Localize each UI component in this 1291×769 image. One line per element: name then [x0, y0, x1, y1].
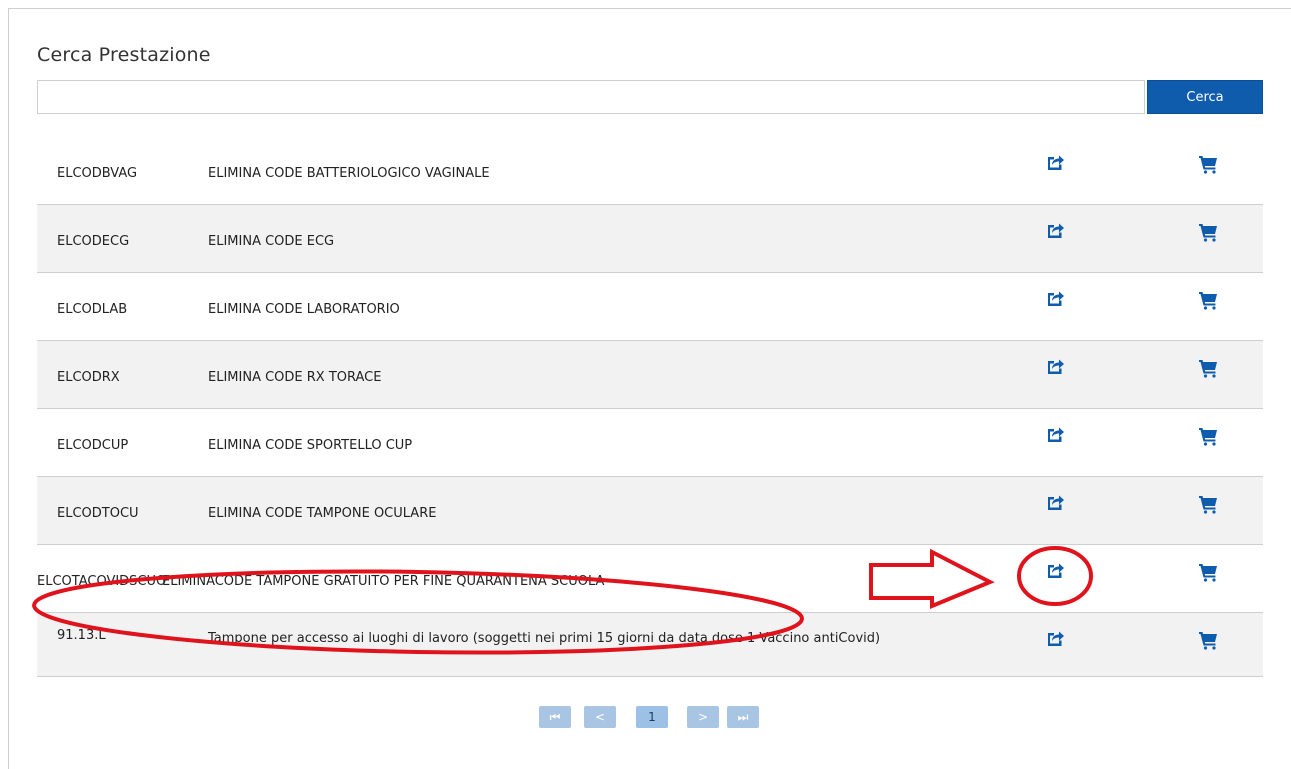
- table-row: 91.13.L Tampone per accesso ai luoghi di…: [37, 613, 1263, 677]
- cart-icon[interactable]: [1198, 222, 1218, 242]
- share-icon[interactable]: [1045, 628, 1065, 648]
- cart-icon[interactable]: [1198, 154, 1218, 174]
- share-icon[interactable]: [1045, 560, 1065, 580]
- row-description: ELIMINA CODE RX TORACE: [208, 370, 382, 385]
- share-icon[interactable]: [1045, 288, 1065, 308]
- table-row: ELCOTACOVIDSCUO ELIMINACODE TAMPONE GRAT…: [37, 545, 1263, 613]
- share-icon[interactable]: [1045, 424, 1065, 444]
- row-code: ELCODTOCU: [57, 506, 139, 521]
- cart-icon[interactable]: [1198, 630, 1218, 650]
- row-code: ELCODECG: [57, 234, 130, 249]
- first-page-button[interactable]: ⏮: [539, 706, 571, 728]
- share-icon[interactable]: [1045, 492, 1065, 512]
- page-1-button[interactable]: 1: [636, 706, 668, 728]
- table-row: ELCODRX ELIMINA CODE RX TORACE: [37, 341, 1263, 409]
- cart-icon[interactable]: [1198, 426, 1218, 446]
- row-code: ELCODBVAG: [57, 166, 138, 181]
- share-icon[interactable]: [1045, 356, 1065, 376]
- row-description: Tampone per accesso ai luoghi di lavoro …: [208, 631, 881, 646]
- table-row: ELCODBVAG ELIMINA CODE BATTERIOLOGICO VA…: [37, 137, 1263, 205]
- row-code: 91.13.L: [57, 628, 106, 643]
- row-description: ELIMINA CODE LABORATORIO: [208, 302, 400, 317]
- search-button[interactable]: Cerca: [1147, 80, 1263, 114]
- row-code: ELCODCUP: [57, 438, 129, 453]
- table-row: ELCODCUP ELIMINA CODE SPORTELLO CUP: [37, 409, 1263, 477]
- row-description: ELIMINA CODE ECG: [208, 234, 335, 249]
- share-icon[interactable]: [1045, 220, 1065, 240]
- next-page-button[interactable]: >: [687, 706, 719, 728]
- row-code: ELCOTACOVIDSCUO: [37, 574, 167, 589]
- cart-icon[interactable]: [1198, 494, 1218, 514]
- row-description: ELIMINACODE TAMPONE GRATUITO PER FINE QU…: [162, 574, 605, 589]
- table-row: ELCODLAB ELIMINA CODE LABORATORIO: [37, 273, 1263, 341]
- row-description: ELIMINA CODE SPORTELLO CUP: [208, 438, 413, 453]
- results-table: ELCODBVAG ELIMINA CODE BATTERIOLOGICO VA…: [37, 137, 1263, 677]
- row-description: ELIMINA CODE BATTERIOLOGICO VAGINALE: [208, 166, 490, 181]
- share-icon[interactable]: [1045, 152, 1065, 172]
- page-title: Cerca Prestazione: [37, 44, 211, 66]
- table-row: ELCODECG ELIMINA CODE ECG: [37, 205, 1263, 273]
- search-input[interactable]: [37, 80, 1145, 114]
- row-description: ELIMINA CODE TAMPONE OCULARE: [208, 506, 437, 521]
- prev-page-button[interactable]: <: [584, 706, 616, 728]
- row-code: ELCODRX: [57, 370, 120, 385]
- cart-icon[interactable]: [1198, 358, 1218, 378]
- cart-icon[interactable]: [1198, 290, 1218, 310]
- table-row: ELCODTOCU ELIMINA CODE TAMPONE OCULARE: [37, 477, 1263, 545]
- cart-icon[interactable]: [1198, 562, 1218, 582]
- row-code: ELCODLAB: [57, 302, 128, 317]
- last-page-button[interactable]: ⏭: [727, 706, 759, 728]
